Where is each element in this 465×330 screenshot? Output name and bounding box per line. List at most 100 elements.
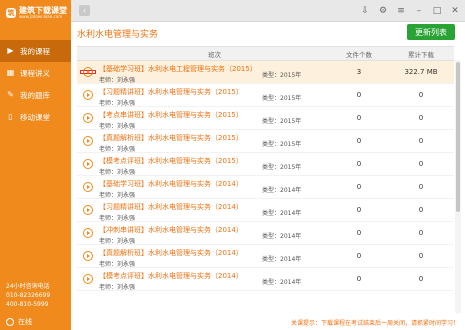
- course-type: 类型：2015年: [262, 140, 302, 148]
- course-title[interactable]: 【冲刺串讲班】水利水电管理与实务（2014）: [99, 225, 243, 235]
- gear-icon[interactable]: ⚙: [377, 5, 389, 17]
- course-title[interactable]: 【习题精讲班】水利水电管理与实务（2015）: [99, 87, 243, 97]
- table-row[interactable]: 【习题精讲班】水利水电管理与实务（2015） 老师：刘永强 类型：2015年 0…: [77, 84, 454, 107]
- course-title[interactable]: 【模考点评班】水利水电管理与实务（2015）: [99, 156, 243, 166]
- minimize-icon[interactable]: –: [413, 5, 425, 17]
- course-teacher: 老师：刘永强: [99, 99, 136, 107]
- status-icon: [6, 318, 14, 326]
- sidebar-item-question-bank[interactable]: ✎ 我的题库: [0, 84, 71, 106]
- table-row[interactable]: 【考点串讲班】水利水电管理与实务（2015） 老师：刘永强 类型：2015年 0…: [77, 107, 454, 130]
- table-row[interactable]: 【真题解析班】水利水电管理与实务（2014） 老师：刘永强 类型：2014年 0…: [77, 245, 454, 268]
- course-teacher: 老师：刘永强: [99, 145, 136, 153]
- top-toolbar: ‹ ⇩ ⚙ ≡ – □ ✕: [71, 0, 465, 22]
- sidebar: 筑 建筑下载课堂 www.jzdownload.com ▶ 我的课程 ▦ 课程讲…: [0, 0, 71, 330]
- file-count: 3: [356, 68, 362, 76]
- play-icon[interactable]: [83, 274, 93, 284]
- download-total: 0: [418, 183, 424, 191]
- header-file-count: 文件个数: [346, 50, 372, 59]
- table-row[interactable]: 【模考点评班】水利水电管理与实务（2015） 老师：刘永强 类型：2015年 0…: [77, 153, 454, 176]
- course-type: 类型：2015年: [262, 163, 302, 171]
- course-type: 类型：2015年: [262, 117, 302, 125]
- download-total: 0: [418, 160, 424, 168]
- download-total: 0: [418, 252, 424, 260]
- sidebar-item-my-courses[interactable]: ▶ 我的课程: [0, 40, 71, 62]
- download-total: 0: [418, 137, 424, 145]
- maximize-icon[interactable]: □: [431, 5, 443, 17]
- course-title[interactable]: 【真题解析班】水利水电管理与实务（2015）: [99, 133, 243, 143]
- grid-icon: ▦: [6, 68, 15, 77]
- course-teacher: 老师：刘永强: [99, 122, 136, 130]
- play-icon[interactable]: [83, 136, 93, 146]
- file-count: 0: [356, 114, 362, 122]
- sidebar-item-label: 我的题库: [20, 90, 50, 100]
- online-status: 在线: [6, 317, 32, 327]
- course-teacher: 老师：刘永强: [99, 168, 136, 176]
- sidebar-nav: ▶ 我的课程 ▦ 课程讲义 ✎ 我的题库 ▯ 移动课堂: [0, 40, 71, 128]
- play-icon[interactable]: [83, 159, 93, 169]
- course-teacher: 老师：刘永强: [99, 260, 136, 268]
- download-total: 0: [418, 275, 424, 283]
- logo-icon: 筑: [6, 8, 16, 18]
- sidebar-item-label: 移动课堂: [20, 112, 50, 122]
- course-teacher: 老师：刘永强: [99, 191, 136, 199]
- play-icon[interactable]: [83, 90, 93, 100]
- status-label: 在线: [18, 318, 32, 326]
- sidebar-item-handouts[interactable]: ▦ 课程讲义: [0, 62, 71, 84]
- course-teacher: 老师：刘永强: [99, 214, 136, 222]
- play-icon[interactable]: [83, 67, 93, 77]
- mobile-icon: ▯: [8, 112, 13, 121]
- file-count: 0: [356, 252, 362, 260]
- course-type: 类型：2014年: [262, 278, 302, 286]
- update-list-button[interactable]: 更新列表: [407, 24, 455, 40]
- course-title[interactable]: 【基础学习班】水利水电工程管理与实务（2015）: [99, 64, 257, 74]
- file-count: 0: [356, 160, 362, 168]
- table-row[interactable]: 【习题精讲班】水利水电管理与实务（2014） 老师：刘永强 类型：2014年 0…: [77, 199, 454, 222]
- play-icon[interactable]: [83, 113, 93, 123]
- course-close-notice: 关课提示：下载课程在考试结束后一周关闭，请抓紧时间学习！: [290, 319, 459, 327]
- course-table: 班次 文件个数 累计下载 【基础学习班】水利水电工程管理与实务（2015） 老师…: [77, 46, 454, 314]
- course-teacher: 老师：刘永强: [99, 237, 136, 245]
- course-type: 类型：2014年: [262, 209, 302, 217]
- course-type: 类型：2015年: [262, 71, 302, 79]
- back-button[interactable]: ‹: [79, 5, 90, 16]
- app-logo: 筑 建筑下载课堂 www.jzdownload.com: [0, 0, 71, 26]
- play-icon[interactable]: [83, 205, 93, 215]
- table-row[interactable]: 【基础学习班】水利水电工程管理与实务（2015） 老师：刘永强 类型：2015年…: [77, 61, 454, 84]
- download-icon[interactable]: ⇩: [359, 5, 371, 17]
- hotline-phone-2: 400-810-5999: [6, 301, 49, 308]
- scrollbar-thumb[interactable]: [456, 62, 460, 212]
- table-row[interactable]: 【模考点评班】水利水电管理与实务（2014） 老师：刘永强 类型：2014年 0…: [77, 268, 454, 291]
- file-count: 0: [356, 183, 362, 191]
- sidebar-item-mobile[interactable]: ▯ 移动课堂: [0, 106, 71, 128]
- menu-icon[interactable]: ≡: [395, 5, 407, 17]
- close-icon[interactable]: ✕: [449, 5, 461, 17]
- course-title[interactable]: 【习题精讲班】水利水电管理与实务（2014）: [99, 202, 243, 212]
- hotline-phone-1: 010-82326699: [6, 292, 51, 299]
- course-title[interactable]: 【模考点评班】水利水电管理与实务（2014）: [99, 271, 243, 281]
- table-body: 【基础学习班】水利水电工程管理与实务（2015） 老师：刘永强 类型：2015年…: [77, 61, 454, 314]
- app-url: www.jzdownload.com: [19, 14, 63, 20]
- chevron-left-icon: ‹: [82, 6, 87, 15]
- edit-icon: ✎: [7, 90, 14, 99]
- course-type: 类型：2015年: [262, 94, 302, 102]
- sidebar-item-label: 我的课程: [20, 46, 50, 56]
- course-title[interactable]: 【真题解析班】水利水电管理与实务（2014）: [99, 248, 243, 258]
- download-total: 0: [418, 114, 424, 122]
- play-icon[interactable]: [83, 251, 93, 261]
- play-circle-icon: ▶: [7, 46, 14, 55]
- table-row[interactable]: 【真题解析班】水利水电管理与实务（2015） 老师：刘永强 类型：2015年 0…: [77, 130, 454, 153]
- file-count: 0: [356, 91, 362, 99]
- download-total: 0: [418, 229, 424, 237]
- play-icon[interactable]: [83, 182, 93, 192]
- play-icon[interactable]: [83, 228, 93, 238]
- file-count: 0: [356, 229, 362, 237]
- header-downloads: 累计下载: [408, 50, 434, 59]
- table-scrollbar[interactable]: [455, 60, 461, 313]
- table-row[interactable]: 【基础学习班】水利水电管理与实务（2014） 老师：刘永强 类型：2014年 0…: [77, 176, 454, 199]
- table-row[interactable]: 【冲刺串讲班】水利水电管理与实务（2014） 老师：刘永强 类型：2014年 0…: [77, 222, 454, 245]
- hotline-label: 24小时咨询电话: [6, 283, 50, 290]
- course-type: 类型：2014年: [262, 186, 302, 194]
- header-class: 班次: [208, 50, 221, 59]
- course-title[interactable]: 【考点串讲班】水利水电管理与实务（2015）: [99, 110, 243, 120]
- course-title[interactable]: 【基础学习班】水利水电管理与实务（2014）: [99, 179, 243, 189]
